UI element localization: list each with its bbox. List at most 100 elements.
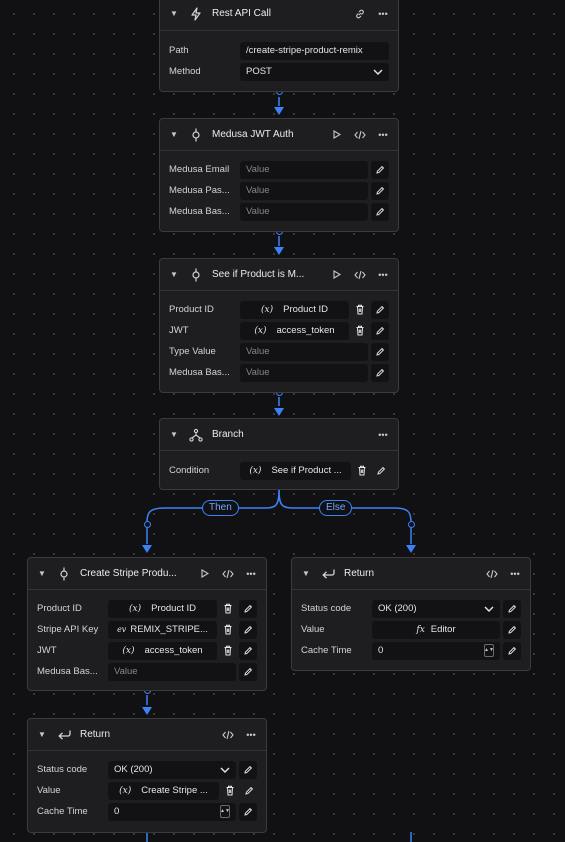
pencil-icon[interactable] — [239, 599, 257, 618]
pencil-icon[interactable] — [503, 641, 521, 660]
pencil-icon[interactable] — [239, 662, 257, 681]
code-icon[interactable] — [353, 128, 367, 142]
placeholder: Value — [246, 185, 270, 196]
node-header[interactable]: ▼ See if Product is M... ••• — [160, 259, 398, 291]
pencil-icon[interactable] — [371, 321, 389, 340]
field-row: JWT (x) access_token — [37, 641, 257, 660]
node-header[interactable]: ▼ Return ••• — [28, 719, 266, 751]
medusa-base-input[interactable]: Value — [108, 662, 236, 681]
product-id-variable[interactable]: (x) Product ID — [108, 599, 217, 618]
collapse-chevron-icon[interactable]: ▼ — [38, 569, 48, 578]
code-icon[interactable] — [221, 567, 235, 581]
link-icon[interactable] — [353, 7, 367, 21]
cache-time-input[interactable]: 0 ▲▼ — [372, 641, 500, 660]
jwt-variable[interactable]: (x) access_token — [108, 641, 217, 660]
more-icon[interactable]: ••• — [376, 128, 390, 142]
node-rest-api-call[interactable]: ▼ Rest API Call ••• Path /create-stripe-… — [159, 0, 399, 92]
branch-else-label[interactable]: Else — [319, 500, 353, 516]
pencil-icon[interactable] — [371, 300, 389, 319]
trash-icon[interactable] — [352, 301, 368, 319]
collapse-chevron-icon[interactable]: ▼ — [302, 569, 312, 578]
more-icon[interactable]: ••• — [244, 567, 258, 581]
pencil-icon[interactable] — [239, 760, 257, 779]
node-branch[interactable]: ▼ Branch ••• Condition (x) See if Product… — [159, 418, 399, 490]
stripe-api-key-env[interactable]: e𝑣 REMIX_STRIPE... — [108, 620, 217, 639]
node-header[interactable]: ▼ Create Stripe Produ... ••• — [28, 558, 266, 590]
port-else[interactable] — [408, 521, 415, 528]
status-code-select[interactable]: OK (200) — [372, 599, 500, 618]
branch-icon — [188, 427, 204, 443]
value-editor[interactable]: fx Editor — [372, 620, 500, 639]
stepper-icon[interactable]: ▲▼ — [220, 805, 230, 818]
node-see-if-product[interactable]: ▼ See if Product is M... ••• Product ID … — [159, 258, 399, 393]
node-header[interactable]: ▼ Medusa JWT Auth ••• — [160, 119, 398, 151]
collapse-chevron-icon[interactable]: ▼ — [170, 9, 180, 18]
collapse-chevron-icon[interactable]: ▼ — [170, 430, 180, 439]
pencil-icon[interactable] — [373, 462, 389, 480]
commit-icon — [56, 566, 72, 582]
play-icon[interactable] — [330, 128, 344, 142]
trash-icon[interactable] — [220, 642, 236, 660]
more-icon[interactable]: ••• — [376, 268, 390, 282]
pencil-icon[interactable] — [239, 620, 257, 639]
collapse-chevron-icon[interactable]: ▼ — [170, 130, 180, 139]
medusa-password-input[interactable]: Value — [240, 181, 368, 200]
jwt-variable[interactable]: (x) access_token — [240, 321, 349, 340]
pencil-icon[interactable] — [241, 782, 257, 800]
collapse-chevron-icon[interactable]: ▼ — [170, 270, 180, 279]
status-code-select[interactable]: OK (200) — [108, 760, 236, 779]
node-header[interactable]: ▼ Rest API Call ••• — [160, 0, 398, 31]
trash-icon[interactable] — [220, 600, 236, 618]
field-row: Medusa Bas... Value — [169, 363, 389, 382]
node-create-stripe-product[interactable]: ▼ Create Stripe Produ... ••• Product ID … — [27, 557, 267, 691]
pencil-icon[interactable] — [239, 802, 257, 821]
play-icon[interactable] — [198, 567, 212, 581]
pencil-icon[interactable] — [503, 620, 521, 639]
medusa-email-input[interactable]: Value — [240, 160, 368, 179]
trash-icon[interactable] — [354, 462, 370, 480]
code-icon[interactable] — [485, 567, 499, 581]
value-variable[interactable]: (x) Create Stripe ... — [108, 781, 219, 800]
collapse-chevron-icon[interactable]: ▼ — [38, 730, 48, 739]
field-row: Medusa Email Value — [169, 160, 389, 179]
node-title: Rest API Call — [212, 8, 271, 19]
pencil-icon[interactable] — [503, 599, 521, 618]
node-return-else[interactable]: ▼ Return ••• Status code OK (200) Value … — [291, 557, 531, 671]
trash-icon[interactable] — [220, 621, 236, 639]
node-header[interactable]: ▼ Return ••• — [292, 558, 530, 590]
more-icon[interactable]: ••• — [376, 428, 390, 442]
trash-icon[interactable] — [352, 322, 368, 340]
condition-variable[interactable]: (x) See if Product ... — [240, 461, 351, 480]
node-header[interactable]: ▼ Branch ••• — [160, 419, 398, 451]
path-value: /create-stripe-product-remix — [246, 45, 363, 56]
node-body: Status code OK (200) Value (x) Create Str… — [28, 751, 266, 829]
cache-time-input[interactable]: 0 ▲▼ — [108, 802, 236, 821]
pencil-icon[interactable] — [239, 641, 257, 660]
pencil-icon[interactable] — [371, 202, 389, 221]
node-return-then[interactable]: ▼ Return ••• Status code OK (200) Value … — [27, 718, 267, 833]
path-input[interactable]: /create-stripe-product-remix — [240, 41, 389, 60]
branch-then-label[interactable]: Then — [202, 500, 239, 516]
pencil-icon[interactable] — [371, 181, 389, 200]
field-row: Medusa Bas... Value — [169, 202, 389, 221]
more-icon[interactable]: ••• — [508, 567, 522, 581]
code-icon[interactable] — [353, 268, 367, 282]
type-value-input[interactable]: Value — [240, 342, 368, 361]
return-icon — [56, 727, 72, 743]
more-icon[interactable]: ••• — [244, 728, 258, 742]
code-icon[interactable] — [221, 728, 235, 742]
pencil-icon[interactable] — [371, 342, 389, 361]
port-then[interactable] — [144, 521, 151, 528]
medusa-base-input[interactable]: Value — [240, 202, 368, 221]
stepper-icon[interactable]: ▲▼ — [484, 644, 494, 657]
product-id-variable[interactable]: (x) Product ID — [240, 300, 349, 319]
method-select[interactable]: POST — [240, 62, 389, 81]
pencil-icon[interactable] — [371, 363, 389, 382]
play-icon[interactable] — [330, 268, 344, 282]
pencil-icon[interactable] — [371, 160, 389, 179]
trash-icon[interactable] — [222, 782, 238, 800]
more-icon[interactable]: ••• — [376, 7, 390, 21]
medusa-base-input[interactable]: Value — [240, 363, 368, 382]
arrow-jwt-in — [274, 107, 284, 115]
node-medusa-jwt-auth[interactable]: ▼ Medusa JWT Auth ••• Medusa Email Value… — [159, 118, 399, 232]
